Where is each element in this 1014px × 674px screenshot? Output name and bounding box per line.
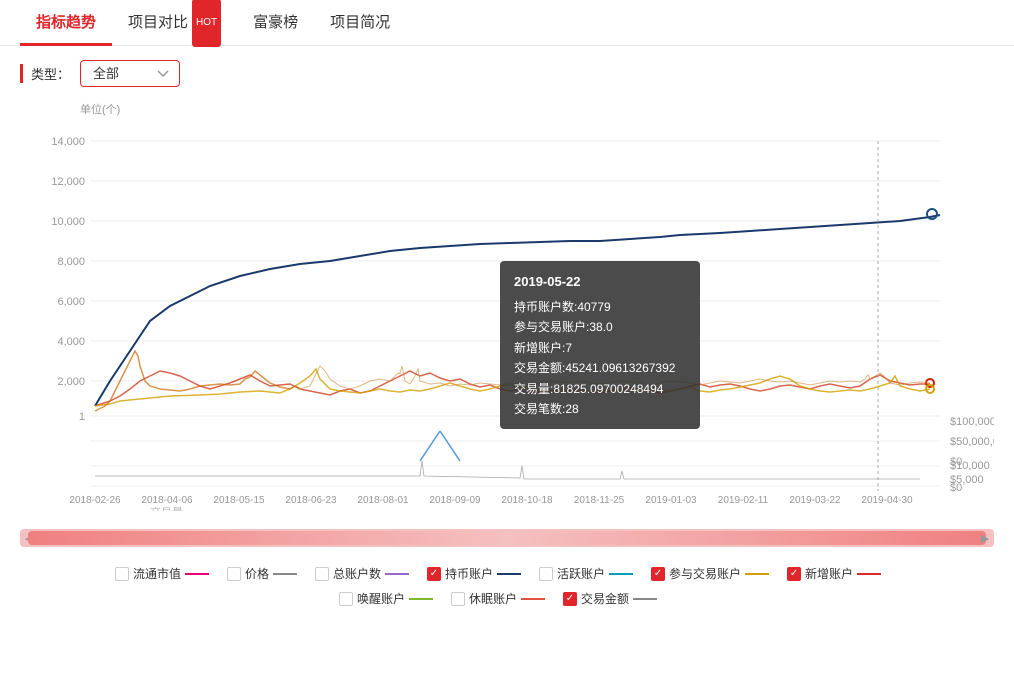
- legend-line-wake-accounts: [409, 598, 433, 600]
- type-select-wrapper: 全部 转账 合约: [80, 60, 180, 87]
- legend-item-sleep-accounts[interactable]: 休眠账户: [451, 590, 545, 607]
- legend-row-1: 流通市值 价格 总账户数 持币账户 活跃账户 参与: [20, 565, 994, 582]
- scrollbar-container[interactable]: ◀ ▶: [20, 529, 994, 547]
- legend-label-price: 价格: [245, 565, 269, 582]
- legend-line-total-accounts: [385, 573, 409, 575]
- svg-text:8,000: 8,000: [57, 256, 85, 268]
- tab-compare-badge: HOT: [192, 0, 221, 47]
- svg-text:4,000: 4,000: [57, 336, 85, 348]
- tab-rich[interactable]: 富豪榜: [237, 0, 314, 46]
- tab-bar: 指标趋势 项目对比 HOT 富豪榜 项目简况: [0, 0, 1014, 46]
- svg-text:2,000: 2,000: [57, 376, 85, 388]
- svg-text:2018-05-15: 2018-05-15: [213, 495, 265, 506]
- tab-compare[interactable]: 项目对比 HOT: [112, 0, 237, 46]
- legend-checkbox-price[interactable]: [227, 567, 241, 581]
- legend-checkbox-total-accounts[interactable]: [315, 567, 329, 581]
- legend-label-trade-amount: 交易金额: [581, 590, 629, 607]
- svg-text:2018-11-25: 2018-11-25: [574, 495, 625, 506]
- legend-line-sleep-accounts: [521, 598, 545, 600]
- svg-text:2018-04-06: 2018-04-06: [141, 495, 193, 506]
- svg-text:1: 1: [79, 411, 85, 423]
- tab-compare-label: 项目对比: [128, 0, 188, 46]
- legend-checkbox-sleep-accounts[interactable]: [451, 592, 465, 606]
- svg-text:2019-04-30: 2019-04-30: [861, 495, 913, 506]
- legend-label-hold-accounts: 持币账户: [445, 565, 493, 582]
- legend-label-sleep-accounts: 休眠账户: [469, 590, 517, 607]
- legend-checkbox-trade-amount[interactable]: [563, 592, 577, 606]
- svg-text:$0: $0: [950, 482, 962, 494]
- legend-item-wake-accounts[interactable]: 唤醒账户: [339, 590, 433, 607]
- legend-item-price[interactable]: 价格: [227, 565, 297, 582]
- tab-overview[interactable]: 项目简况: [314, 0, 406, 46]
- tab-rich-label: 富豪榜: [253, 0, 298, 46]
- svg-text:$10,000: $10,000: [950, 460, 990, 472]
- chart-y-label: 单位(个): [80, 101, 994, 117]
- legend-item-market-cap[interactable]: 流通市值: [115, 565, 209, 582]
- type-select[interactable]: 全部 转账 合约: [80, 60, 180, 87]
- legend-label-trade-accounts: 参与交易账户: [669, 565, 741, 582]
- legend-item-new-accounts[interactable]: 新增账户: [787, 565, 881, 582]
- tab-metrics[interactable]: 指标趋势: [20, 0, 112, 46]
- svg-text:2018-10-18: 2018-10-18: [501, 495, 553, 506]
- filter-label: 类型：: [20, 64, 70, 83]
- main-chart[interactable]: 14,000 12,000 10,000 8,000 6,000 4,000 2…: [20, 121, 994, 511]
- legend-label-market-cap: 流通市值: [133, 565, 181, 582]
- svg-text:12,000: 12,000: [51, 176, 85, 188]
- svg-text:$50,000,000: $50,000,000: [950, 436, 994, 448]
- scrollbar-thumb[interactable]: [28, 531, 986, 545]
- svg-text:2018-08-01: 2018-08-01: [357, 495, 409, 506]
- legend-label-wake-accounts: 唤醒账户: [357, 590, 405, 607]
- legend-item-total-accounts[interactable]: 总账户数: [315, 565, 409, 582]
- legend-line-market-cap: [185, 573, 209, 575]
- scrollbar-right-arrow[interactable]: ▶: [976, 529, 994, 547]
- legend-checkbox-new-accounts[interactable]: [787, 567, 801, 581]
- legend-label-total-accounts: 总账户数: [333, 565, 381, 582]
- svg-text:$100,000,000: $100,000,000: [950, 416, 994, 428]
- legend-item-trade-accounts[interactable]: 参与交易账户: [651, 565, 769, 582]
- legend-line-trade-amount: [633, 598, 657, 600]
- svg-text:2018-06-23: 2018-06-23: [285, 495, 337, 506]
- tab-overview-label: 项目简况: [330, 0, 390, 46]
- legend-checkbox-hold-accounts[interactable]: [427, 567, 441, 581]
- legend-row-2: 唤醒账户 休眠账户 交易金额: [20, 590, 994, 607]
- svg-text:6,000: 6,000: [57, 296, 85, 308]
- legend-checkbox-trade-accounts[interactable]: [651, 567, 665, 581]
- tab-metrics-label: 指标趋势: [36, 0, 96, 46]
- legend-line-active-accounts: [609, 573, 633, 575]
- legend-line-price: [273, 573, 297, 575]
- legend-item-hold-accounts[interactable]: 持币账户: [427, 565, 521, 582]
- svg-text:10,000: 10,000: [51, 216, 85, 228]
- legend-line-hold-accounts: [497, 573, 521, 575]
- svg-text:2019-01-03: 2019-01-03: [645, 495, 697, 506]
- chart-wrapper: 14,000 12,000 10,000 8,000 6,000 4,000 2…: [20, 121, 994, 511]
- legend-label-active-accounts: 活跃账户: [557, 565, 605, 582]
- legend-line-trade-accounts: [745, 573, 769, 575]
- legend-area: 流通市值 价格 总账户数 持币账户 活跃账户 参与: [0, 555, 1014, 613]
- legend-label-new-accounts: 新增账户: [805, 565, 853, 582]
- filter-bar: 类型： 全部 转账 合约: [0, 46, 1014, 101]
- legend-checkbox-market-cap[interactable]: [115, 567, 129, 581]
- legend-checkbox-active-accounts[interactable]: [539, 567, 553, 581]
- svg-text:2019-03-22: 2019-03-22: [789, 495, 841, 506]
- legend-item-active-accounts[interactable]: 活跃账户: [539, 565, 633, 582]
- legend-checkbox-wake-accounts[interactable]: [339, 592, 353, 606]
- legend-line-new-accounts: [857, 573, 881, 575]
- legend-item-trade-amount[interactable]: 交易金额: [563, 590, 657, 607]
- svg-text:14,000: 14,000: [51, 136, 85, 148]
- svg-text:2019-02-11: 2019-02-11: [718, 495, 769, 506]
- svg-text:2018-02-26: 2018-02-26: [69, 495, 121, 506]
- svg-text:2018-09-09: 2018-09-09: [429, 495, 481, 506]
- chart-container: 单位(个) 14,000 12,000 10,00: [0, 101, 1014, 521]
